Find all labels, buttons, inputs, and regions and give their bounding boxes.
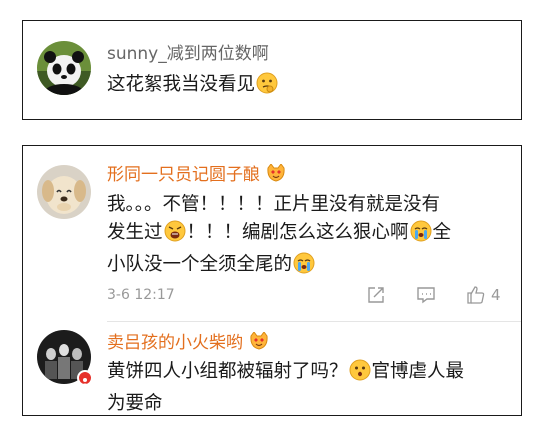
verified-badge-icon bbox=[77, 370, 93, 386]
comment-line: 小队没一个全须全尾的 bbox=[107, 251, 517, 283]
comment-card: sunny_减到两位数啊 这花絮我当没看见 bbox=[22, 20, 522, 120]
comment-thread-card: 形同一只员记圆子酿 我。。。不管！！！！正片里没有就是没有 发生过 ！！！编剧怎么… bbox=[22, 145, 522, 416]
comment-text: 黄饼四人小组都被辐射了吗？ bbox=[107, 361, 348, 382]
share-icon bbox=[368, 287, 384, 303]
comment-content: 黄饼四人小组都被辐射了吗？ 官博虐人最 为要命 bbox=[107, 358, 517, 418]
shouting-face-emoji-icon bbox=[164, 220, 186, 251]
comment-timestamp: 3-6 12:17 bbox=[107, 287, 175, 303]
crying-face-emoji-icon bbox=[410, 220, 432, 251]
comment-text: 官博虐人最 bbox=[371, 361, 465, 382]
comment-username-text: 卖吕孩的小火柴哟 bbox=[107, 333, 243, 353]
comment-button[interactable] bbox=[416, 285, 436, 305]
comment-text: 发生过 bbox=[107, 222, 163, 243]
thinking-emoji-icon bbox=[256, 72, 278, 103]
comment-icon bbox=[417, 287, 435, 304]
comment-line: 发生过 ！！！编剧怎么这么狠心啊 全 bbox=[107, 219, 517, 251]
comment-line: 我。。。不管！！！！正片里没有就是没有 bbox=[107, 194, 441, 215]
comment-content: 我。。。不管！！！！正片里没有就是没有 发生过 ！！！编剧怎么这么狠心啊 全 小队没… bbox=[107, 191, 517, 283]
crying-face-emoji-icon bbox=[293, 252, 315, 283]
comment-text: 全 bbox=[432, 222, 452, 243]
comment-username[interactable]: sunny_减到两位数啊 bbox=[107, 44, 269, 64]
puppy-avatar-icon bbox=[37, 165, 91, 219]
comment-text: 小队没一个全须全尾的 bbox=[107, 254, 293, 275]
avatar[interactable] bbox=[37, 165, 91, 219]
divider bbox=[107, 321, 521, 322]
comment-username-text: 形同一只员记圆子酿 bbox=[107, 165, 260, 185]
share-button[interactable] bbox=[366, 285, 386, 305]
avatar[interactable] bbox=[37, 41, 91, 95]
comment-text: 这花絮我当没看见 bbox=[107, 74, 256, 95]
panda-avatar-icon bbox=[37, 41, 91, 95]
like-count: 4 bbox=[491, 286, 501, 304]
comment-username[interactable]: 卖吕孩的小火柴哟 bbox=[107, 331, 270, 355]
like-button[interactable]: 4 bbox=[466, 285, 501, 305]
thumbs-up-icon bbox=[467, 286, 485, 304]
comment-text: ！！！编剧怎么这么狠心啊 bbox=[186, 222, 409, 243]
heart-eyes-cat-icon bbox=[249, 331, 269, 355]
comment-line: 为要命 bbox=[107, 393, 163, 414]
comment-line: 黄饼四人小组都被辐射了吗？ 官博虐人最 bbox=[107, 358, 517, 390]
surprised-face-emoji-icon bbox=[349, 359, 371, 390]
comment-content: 这花絮我当没看见 bbox=[107, 71, 279, 103]
heart-eyes-cat-icon bbox=[266, 163, 286, 187]
comment-username[interactable]: 形同一只员记圆子酿 bbox=[107, 163, 287, 187]
